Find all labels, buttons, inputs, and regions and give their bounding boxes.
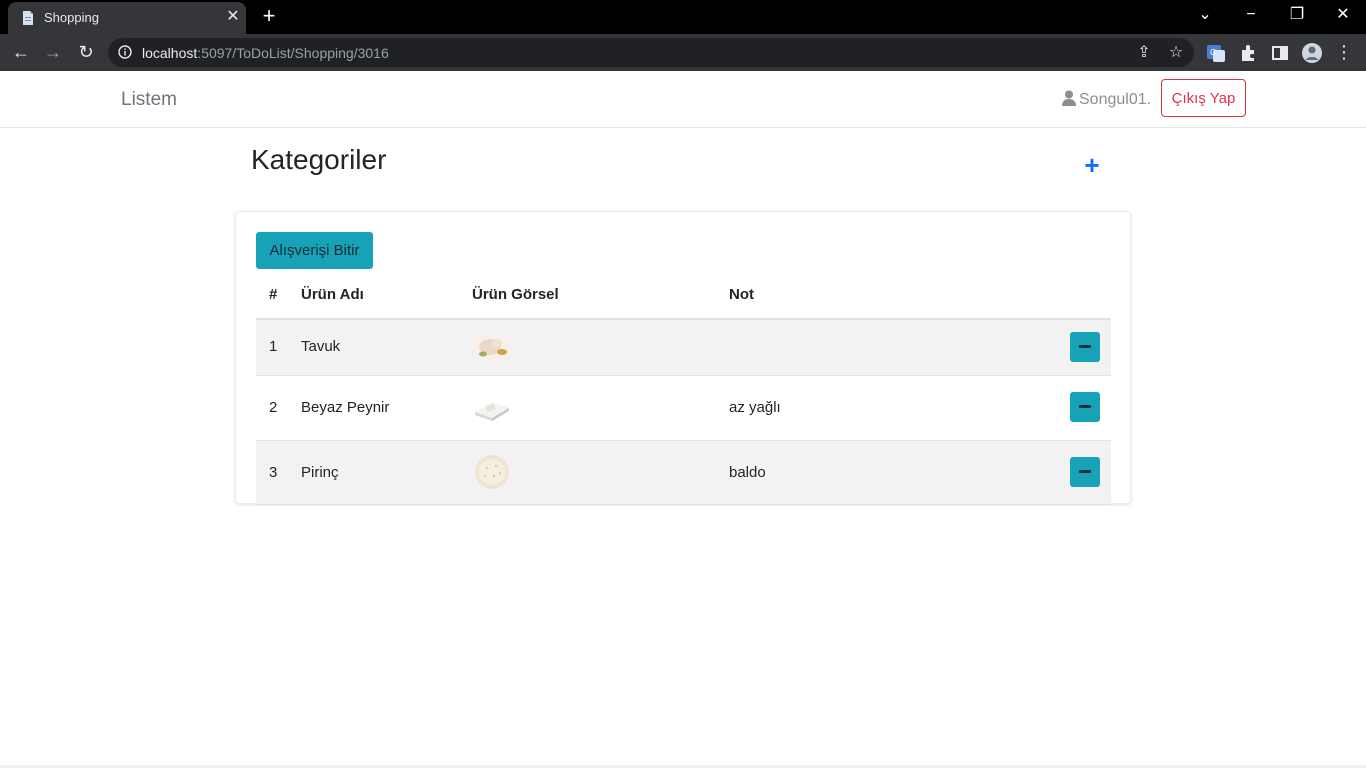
chicken-image [473,332,511,364]
page-icon [23,11,33,25]
minus-icon [1079,470,1091,473]
table-row: 2 Beyaz Peynir az yağlı [256,376,1111,441]
row-note: baldo [729,464,766,481]
user-icon [1062,90,1076,106]
table-row: 3 Pirinç baldo [256,441,1111,505]
page-title: Kategoriler [251,144,387,175]
remove-item-button[interactable] [1070,457,1100,487]
reload-icon[interactable]: ↻ [73,40,99,66]
row-note: az yağlı [729,399,781,416]
header-product-image: Ürün Görsel [472,286,559,303]
username-label: Songul01. [1079,91,1152,108]
row-product-name: Beyaz Peynir [301,399,390,416]
row-index: 3 [269,464,278,481]
user-link[interactable]: Songul01. [1062,90,1151,109]
browser-tab[interactable]: Shopping ✕ [8,2,246,34]
address-bar[interactable]: localhost:5097/ToDoList/Shopping/3016 ⇪ … [108,38,1194,67]
back-icon[interactable]: ← [8,40,34,66]
table-row: 1 Tavuk [256,320,1111,376]
menu-kebab-icon[interactable]: ⋮ [1331,40,1357,66]
header-note: Not [729,286,754,303]
finish-shopping-button[interactable]: Alışverişi Bitir [256,232,373,269]
translate-extension-icon[interactable]: G [1205,42,1227,64]
row-index: 2 [269,399,278,416]
tab-title: Shopping [44,10,99,25]
profile-avatar-icon[interactable] [1301,42,1323,64]
row-product-name: Pirinç [301,464,339,481]
restore-icon[interactable]: ❐ [1285,4,1309,28]
shopping-card: Alışverişi Bitir # Ürün Adı Ürün Görsel … [235,211,1131,505]
minus-icon [1079,405,1091,408]
row-index: 1 [269,338,278,355]
minimize-icon[interactable]: − [1239,4,1263,28]
new-tab-icon[interactable]: + [258,5,280,28]
add-item-button[interactable]: + [1080,152,1104,178]
svg-text:G: G [1210,48,1216,57]
remove-item-button[interactable] [1070,332,1100,362]
header-product-name: Ürün Adı [301,286,364,303]
logout-button[interactable]: Çıkış Yap [1161,79,1246,117]
share-icon[interactable]: ⇪ [1134,43,1154,63]
close-window-icon[interactable]: ✕ [1331,4,1355,28]
tab-close-icon[interactable]: ✕ [224,8,242,26]
brand-link[interactable]: Listem [121,89,177,111]
extensions-puzzle-icon[interactable] [1237,42,1259,64]
app-navbar: Listem Songul01. Çıkış Yap [0,71,1366,128]
side-panel-icon[interactable] [1269,42,1291,64]
browser-tabbar: Shopping ✕ + ⌄ − ❐ ✕ [0,0,1366,34]
bookmark-star-icon[interactable]: ☆ [1166,43,1186,63]
white-cheese-image [475,402,509,421]
tab-search-icon[interactable]: ⌄ [1193,4,1217,28]
url-text[interactable]: localhost:5097/ToDoList/Shopping/3016 [142,45,389,61]
minus-icon [1079,345,1091,348]
header-index: # [269,286,278,303]
remove-item-button[interactable] [1070,392,1100,422]
forward-icon[interactable]: → [40,40,66,66]
rice-image [475,455,509,489]
browser-toolbar: ← → ↻ localhost:5097/ToDoList/Shopping/3… [0,34,1366,71]
row-product-name: Tavuk [301,338,341,355]
info-icon[interactable] [118,45,132,59]
